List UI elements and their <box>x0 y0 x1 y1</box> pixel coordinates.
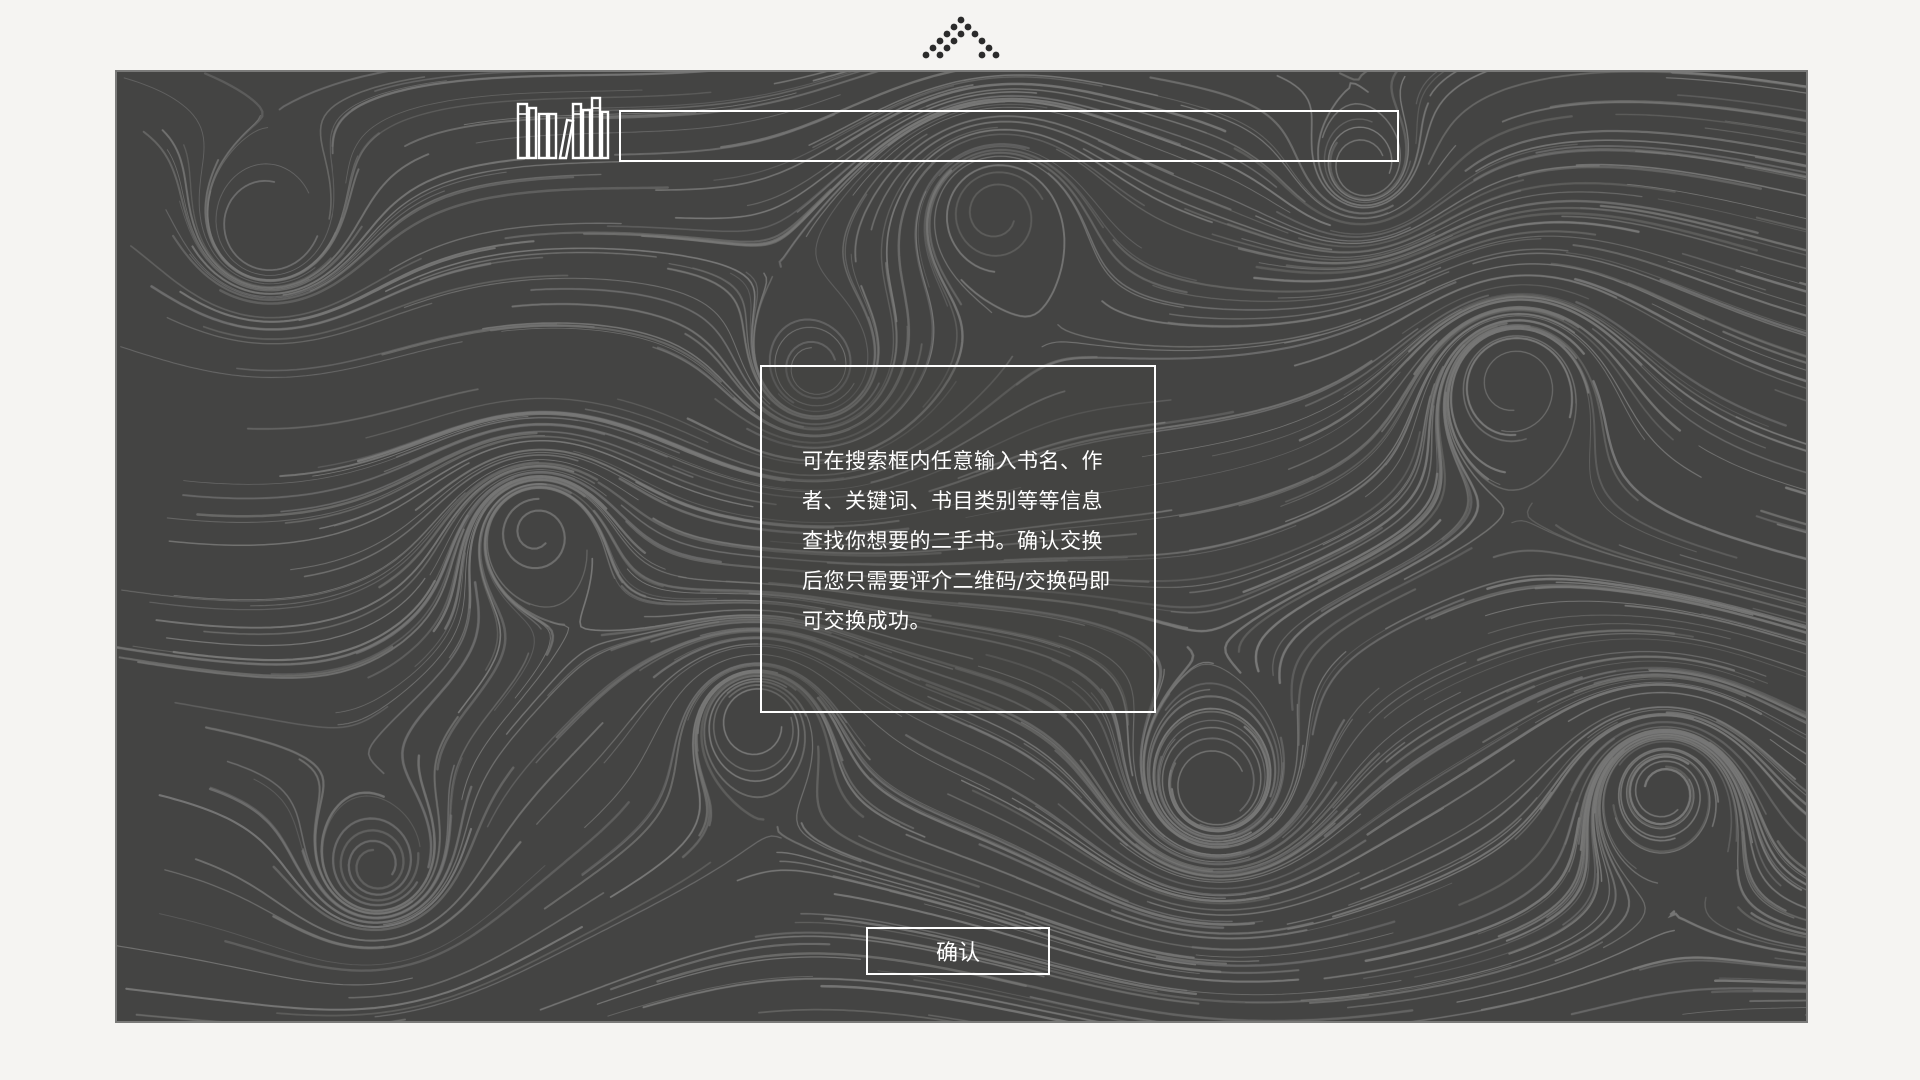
search-input[interactable] <box>619 110 1399 162</box>
main-panel: 可在搜索框内任意输入书名、作者、关键词、书目类别等等信息查找你想要的二手书。确认… <box>115 70 1808 1023</box>
confirm-button[interactable]: 确认 <box>866 927 1050 975</box>
info-card: 可在搜索框内任意输入书名、作者、关键词、书目类别等等信息查找你想要的二手书。确认… <box>760 365 1156 713</box>
books-icon <box>516 96 610 160</box>
dot-triangle-logo-icon <box>922 16 1000 59</box>
instructions-text: 可在搜索框内任意输入书名、作者、关键词、书目类别等等信息查找你想要的二手书。确认… <box>802 449 1111 633</box>
